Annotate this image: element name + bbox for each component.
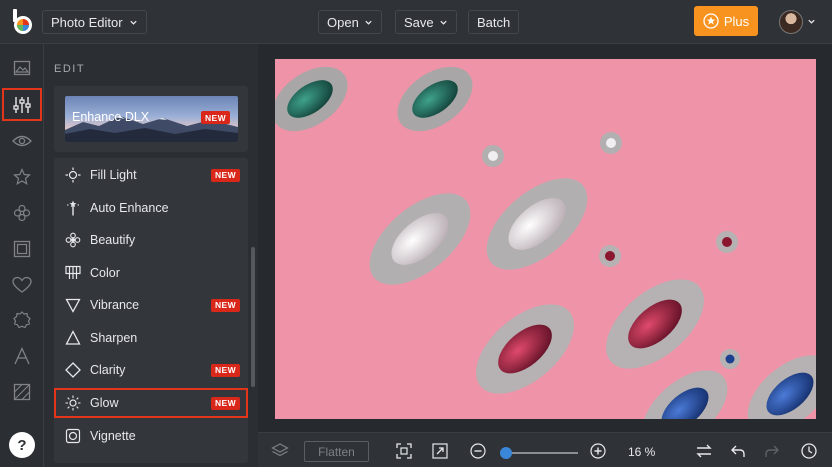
badge-icon[interactable]: [8, 306, 36, 334]
earrings-photo: [275, 59, 816, 419]
tool-label: Color: [90, 266, 120, 280]
tool-beautify[interactable]: Beautify: [54, 225, 248, 255]
chevron-down-icon: [365, 20, 372, 25]
plus-label: Plus: [723, 13, 750, 29]
user-avatar[interactable]: [779, 10, 803, 34]
panel-scrollbar[interactable]: [251, 247, 255, 387]
tool-vibrance[interactable]: Vibrance NEW: [54, 290, 248, 320]
vignette-icon: [65, 428, 81, 444]
vibrance-icon: [65, 297, 81, 313]
zoom-percentage: 16 %: [628, 445, 656, 459]
canvas-area: [258, 44, 832, 432]
redo-icon[interactable]: [763, 442, 781, 460]
bottom-toolbar: Flatten 16 %: [258, 432, 832, 467]
star-badge-icon: [703, 13, 719, 29]
zoom-out-icon[interactable]: [469, 442, 487, 460]
chevron-down-icon[interactable]: [807, 17, 816, 26]
auto-enhance-icon: [65, 200, 81, 216]
chevron-down-icon: [439, 20, 447, 25]
glow-icon: [65, 395, 81, 411]
compare-icon[interactable]: [695, 442, 713, 460]
zoom-in-icon[interactable]: [589, 442, 607, 460]
sharpen-icon: [65, 330, 81, 346]
tool-label: Auto Enhance: [90, 201, 169, 215]
new-badge: NEW: [210, 168, 240, 182]
enhance-dlx-card[interactable]: Enhance DLX NEW: [54, 86, 248, 152]
open-dropdown[interactable]: Open: [318, 10, 382, 34]
layers-icon[interactable]: [271, 442, 289, 460]
tool-label: Fill Light: [90, 168, 137, 182]
clarity-icon: [65, 362, 81, 378]
frame-icon[interactable]: [8, 235, 36, 263]
image-icon[interactable]: [8, 54, 36, 82]
texture-icon[interactable]: [8, 378, 36, 406]
new-badge: NEW: [210, 363, 240, 377]
tool-label: Vignette: [90, 429, 136, 443]
flatten-button[interactable]: Flatten: [304, 441, 369, 462]
app-mode-label: Photo Editor: [51, 14, 123, 30]
enhance-dlx-thumbnail: Enhance DLX NEW: [65, 96, 238, 142]
tool-category-rail: ?: [0, 44, 44, 467]
zoom-slider-track[interactable]: [506, 452, 578, 454]
tool-clarity[interactable]: Clarity NEW: [54, 355, 248, 385]
flower-icon[interactable]: [8, 199, 36, 227]
tool-auto-enhance[interactable]: Auto Enhance: [54, 193, 248, 223]
chevron-down-icon: [129, 20, 137, 25]
panel-title: EDIT: [54, 63, 86, 75]
fit-to-screen-icon[interactable]: [395, 442, 413, 460]
color-icon: [65, 265, 81, 281]
new-badge: NEW: [200, 111, 230, 124]
app-mode-dropdown[interactable]: Photo Editor: [42, 10, 147, 34]
beautify-icon: [65, 232, 81, 248]
tool-label: Sharpen: [90, 331, 138, 345]
new-badge: NEW: [210, 298, 240, 312]
star-icon[interactable]: [8, 163, 36, 191]
save-label: Save: [404, 14, 434, 30]
help-button[interactable]: ?: [9, 432, 35, 458]
befunky-logo[interactable]: [10, 9, 34, 35]
photo-canvas[interactable]: [275, 59, 816, 419]
batch-button[interactable]: Batch: [468, 10, 520, 34]
fill-light-icon: [65, 167, 81, 183]
save-dropdown[interactable]: Save: [395, 10, 457, 34]
tool-label: Clarity: [90, 363, 126, 377]
tool-glow[interactable]: Glow NEW: [54, 388, 248, 418]
heart-icon[interactable]: [8, 271, 36, 299]
enhance-dlx-label: Enhance DLX: [72, 110, 150, 124]
plus-upgrade-button[interactable]: Plus: [694, 6, 758, 36]
tool-label: Glow: [90, 396, 119, 410]
tool-fill-light[interactable]: Fill Light NEW: [54, 160, 248, 190]
edit-tools-list: Fill Light NEW Auto Enhance Beautify Col…: [54, 158, 248, 463]
sliders-icon[interactable]: [2, 88, 42, 121]
history-icon[interactable]: [800, 442, 818, 460]
tool-label: Beautify: [90, 233, 136, 247]
undo-icon[interactable]: [729, 442, 747, 460]
batch-label: Batch: [477, 14, 511, 30]
tool-label: Vibrance: [90, 298, 140, 312]
tool-sharpen[interactable]: Sharpen: [54, 323, 248, 353]
tool-color[interactable]: Color: [54, 258, 248, 288]
photo-editor-app: Photo Editor Open Save Batch Plus ? EDIT…: [0, 0, 832, 467]
edit-panel: EDIT Enhance DLX NEW Fill Light NEW Auto…: [44, 44, 258, 467]
new-badge: NEW: [210, 396, 240, 410]
open-label: Open: [327, 14, 359, 30]
text-icon[interactable]: [8, 342, 36, 370]
eye-icon[interactable]: [8, 127, 36, 155]
tool-vignette[interactable]: Vignette: [54, 421, 248, 451]
actual-size-icon[interactable]: [431, 442, 449, 460]
zoom-slider-handle[interactable]: [500, 447, 512, 459]
top-bar: Photo Editor Open Save Batch Plus: [0, 0, 832, 44]
